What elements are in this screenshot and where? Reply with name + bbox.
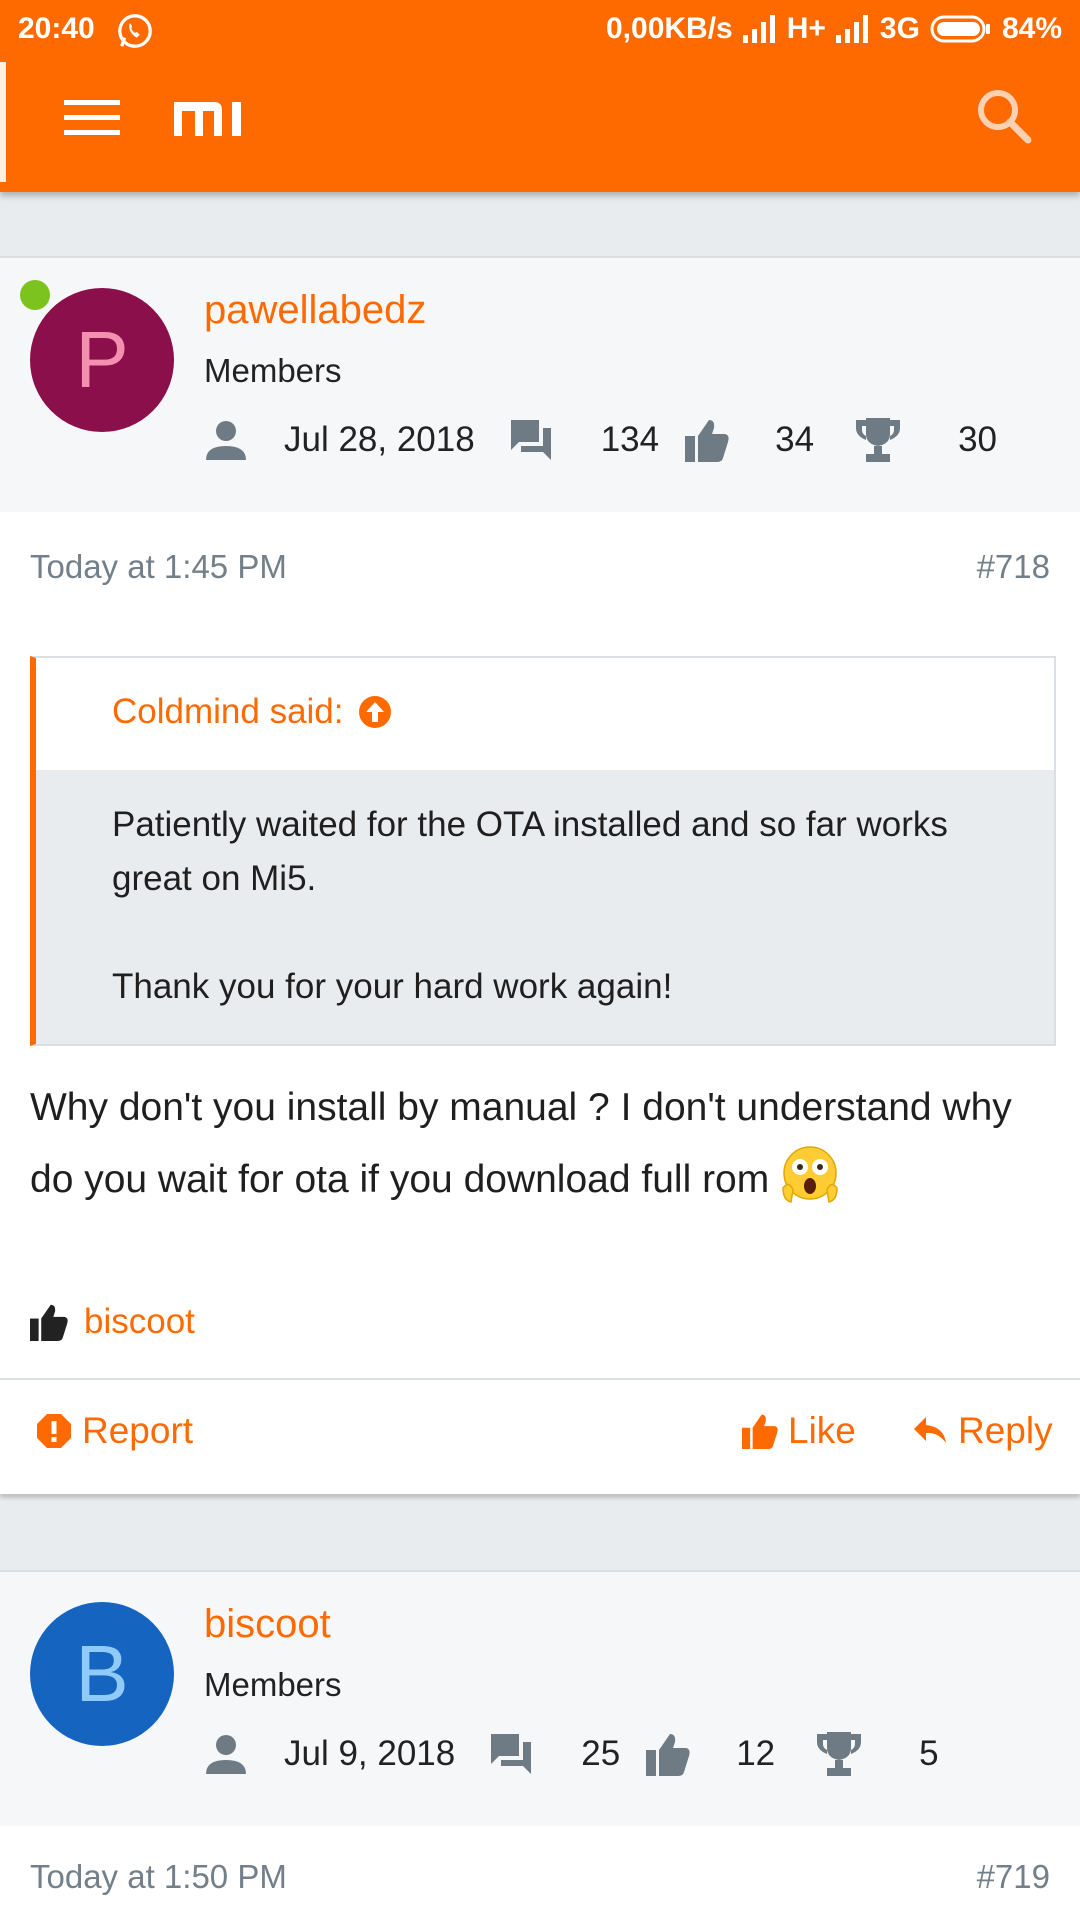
message-count: 25 [581, 1734, 621, 1773]
likes-count: 12 [736, 1734, 776, 1773]
status-right: 0,00KB/s H+ 3G 84% [606, 12, 1062, 46]
battery-icon [930, 14, 992, 44]
status-time: 20:40 [18, 12, 95, 45]
report-label: Report [82, 1410, 194, 1451]
person-icon [204, 1732, 248, 1776]
post-number[interactable]: #718 [977, 548, 1050, 586]
reply-button[interactable]: Reply [912, 1410, 1053, 1452]
search-icon[interactable] [974, 86, 1034, 146]
thumbs-up-icon [646, 1732, 690, 1776]
quote-text: Patiently waited for the OTA installed a… [36, 770, 1054, 1044]
liked-by: biscoot [30, 1302, 195, 1342]
user-role: Members [204, 1666, 342, 1703]
joined-date: Jul 28, 2018 [284, 420, 475, 459]
username[interactable]: pawellabedz [204, 288, 426, 333]
status-bar: 20:40 0,00KB/s H+ 3G 84% [0, 0, 1080, 60]
post-body: Today at 1:45 PM #718 Coldmind said: Pat… [0, 512, 1080, 1494]
user-panel: B biscoot Members Jul 9, 2018 25 12 5 [0, 1570, 1080, 1828]
message-count: 134 [600, 420, 660, 459]
trophy-icon [817, 1732, 862, 1776]
net-type-1: H+ [786, 12, 826, 45]
like-button[interactable]: Like [742, 1410, 856, 1452]
message-text: Why don't you install by manual ? I don'… [30, 1086, 1012, 1201]
mi-logo[interactable] [174, 96, 254, 140]
liked-by-user[interactable]: biscoot [84, 1302, 195, 1342]
net-type-2: 3G [879, 12, 920, 45]
messages-icon [509, 418, 553, 462]
avatar-letter: P [75, 315, 129, 404]
alert-icon [37, 1414, 71, 1448]
post-body: Today at 1:50 PM #719 [0, 1826, 1080, 1920]
avatar-letter: B [75, 1629, 129, 1718]
quote-author-name: Coldmind said: [112, 692, 344, 731]
joined-date: Jul 9, 2018 [284, 1734, 456, 1773]
user-stats: Jul 28, 2018 134 34 30 [204, 418, 997, 462]
quote-author[interactable]: Coldmind said: [112, 692, 392, 732]
whatsapp-icon [116, 12, 154, 50]
quote-line: Patiently waited for the OTA installed a… [112, 805, 948, 898]
battery-level: 84% [1001, 12, 1062, 45]
post-actions: Report Like Reply [0, 1378, 1080, 1494]
username[interactable]: biscoot [204, 1602, 331, 1647]
post-timestamp[interactable]: Today at 1:50 PM [30, 1858, 287, 1896]
signal-icon-2 [835, 15, 870, 43]
reply-icon [914, 1417, 946, 1443]
post-timestamp[interactable]: Today at 1:45 PM [30, 548, 287, 586]
thumbs-up-icon [30, 1304, 68, 1341]
avatar[interactable]: P [30, 288, 174, 432]
trophy-count: 30 [958, 420, 997, 459]
post-message: Why don't you install by manual ? I don'… [30, 1072, 1040, 1216]
thumbs-up-icon [742, 1414, 778, 1449]
quote-header: Coldmind said: [36, 658, 1054, 770]
thumbs-up-icon [685, 418, 729, 462]
user-role: Members [204, 352, 342, 389]
arrow-up-circle-icon[interactable] [358, 695, 392, 729]
screaming-face-emoji-icon [779, 1144, 841, 1206]
like-label: Like [788, 1410, 856, 1451]
top-bar: 20:40 0,00KB/s H+ 3G 84% [0, 0, 1080, 192]
avatar[interactable]: B [30, 1602, 174, 1746]
menu-icon[interactable] [64, 96, 120, 140]
user-stats: Jul 9, 2018 25 12 5 [204, 1732, 939, 1776]
online-indicator [20, 280, 50, 310]
likes-count: 34 [775, 420, 815, 459]
quote-line: Thank you for your hard work again! [112, 967, 673, 1006]
user-panel: P pawellabedz Members Jul 28, 2018 134 3… [0, 256, 1080, 514]
report-button[interactable]: Report [36, 1410, 193, 1452]
trophy-count: 5 [919, 1734, 939, 1773]
messages-icon [489, 1732, 533, 1776]
net-speed: 0,00KB/s [605, 12, 733, 45]
person-icon [204, 418, 248, 462]
trophy-icon [856, 418, 901, 462]
signal-icon [742, 15, 777, 43]
quote-block: Coldmind said: Patiently waited for the … [30, 656, 1056, 1046]
post-number[interactable]: #719 [977, 1858, 1050, 1896]
drawer-edge [0, 62, 6, 182]
reply-label: Reply [958, 1410, 1053, 1451]
